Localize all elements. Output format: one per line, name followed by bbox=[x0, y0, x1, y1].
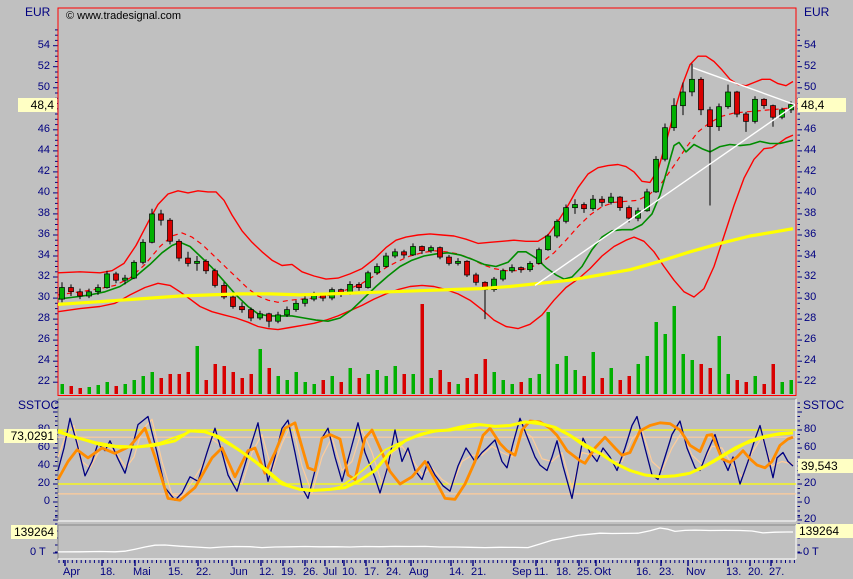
price-tick-label: 24 bbox=[804, 354, 816, 367]
sstoc-tick-label: 40 bbox=[28, 459, 50, 472]
sstoc-tick-label: 0 bbox=[28, 495, 50, 508]
price-tick-label: 34 bbox=[28, 249, 50, 262]
price-tick-label: 32 bbox=[28, 270, 50, 283]
time-axis-label: 22. bbox=[196, 566, 211, 578]
price-tick-label: 28 bbox=[28, 312, 50, 325]
time-axis-label: 16. bbox=[636, 566, 651, 578]
price-tick-label: 22 bbox=[804, 375, 816, 388]
time-axis-label: 20. bbox=[748, 566, 763, 578]
price-tick-label: 40 bbox=[28, 186, 50, 199]
price-tick-label: 52 bbox=[28, 60, 50, 73]
price-tick-label: 50 bbox=[28, 81, 50, 94]
stochastic-layer bbox=[58, 417, 796, 501]
currency-label-right: EUR bbox=[804, 6, 829, 19]
chart-canvas[interactable] bbox=[0, 0, 853, 579]
price-tick-label: 46 bbox=[28, 123, 50, 136]
volume-bars-layer bbox=[61, 304, 794, 394]
sstoc-tick-label: 0 bbox=[804, 495, 810, 508]
price-tick-label: 38 bbox=[804, 207, 816, 220]
price-tick-label: 24 bbox=[28, 354, 50, 367]
last-price-box-left: 48,4 bbox=[18, 98, 57, 112]
volume-value-box-left: 139264 bbox=[11, 525, 57, 539]
price-tick-label: 26 bbox=[804, 333, 816, 346]
price-tick-label: 54 bbox=[28, 39, 50, 52]
time-axis-label: 12. bbox=[259, 566, 274, 578]
price-tick-label: 36 bbox=[28, 228, 50, 241]
time-axis-label: 18. bbox=[556, 566, 571, 578]
volume-value-box-right: 139264 bbox=[796, 524, 853, 538]
time-axis-label: 24. bbox=[386, 566, 401, 578]
price-tick-label: 44 bbox=[804, 144, 816, 157]
sstoc-tick-label: 20 bbox=[804, 477, 816, 490]
time-axis-label: 19. bbox=[281, 566, 296, 578]
time-axis-label: 15. bbox=[168, 566, 183, 578]
price-tick-label: 36 bbox=[804, 228, 816, 241]
copyright-text: © www.tradesignal.com bbox=[66, 10, 181, 23]
time-axis-label: 25. bbox=[577, 566, 592, 578]
last-price-box-right: 48,4 bbox=[798, 98, 846, 112]
sstoc-tick-label: 80 bbox=[804, 423, 816, 436]
time-axis-label: 11. bbox=[534, 566, 548, 578]
time-axis-label: Aug bbox=[409, 566, 429, 578]
time-axis-label: Jul bbox=[323, 566, 337, 578]
price-tick-label: 32 bbox=[804, 270, 816, 283]
time-axis-label: 18. bbox=[100, 566, 115, 578]
price-tick-label: 30 bbox=[28, 291, 50, 304]
time-axis-label: Jun bbox=[230, 566, 248, 578]
sstoc-value-box-left: 73,0291 bbox=[4, 429, 57, 443]
candles-layer bbox=[60, 64, 794, 328]
tradesignal-chart-window: EUR EUR © www.tradesignal.com SSTOC SSTO… bbox=[0, 0, 853, 579]
volume-zero-label-right: 0 T bbox=[803, 546, 819, 559]
price-tick-label: 52 bbox=[804, 60, 816, 73]
time-axis-label: 10. bbox=[342, 566, 357, 578]
price-tick-label: 28 bbox=[804, 312, 816, 325]
time-axis-label: Mai bbox=[133, 566, 151, 578]
price-tick-label: 34 bbox=[804, 249, 816, 262]
currency-label-left: EUR bbox=[25, 6, 50, 19]
price-tick-label: 44 bbox=[28, 144, 50, 157]
price-tick-label: 30 bbox=[804, 291, 816, 304]
time-axis-label: 21. bbox=[471, 566, 486, 578]
volume-line-layer bbox=[58, 528, 793, 552]
time-axis-label: 14. bbox=[449, 566, 464, 578]
sstoc-title-right: SSTOC bbox=[803, 399, 844, 412]
price-tick-label: 54 bbox=[804, 39, 816, 52]
sstoc-tick-label: 60 bbox=[804, 441, 816, 454]
price-tick-label: 46 bbox=[804, 123, 816, 136]
price-tick-label: 50 bbox=[804, 81, 816, 94]
price-tick-label: 42 bbox=[804, 165, 816, 178]
sstoc-title-left: SSTOC bbox=[18, 399, 59, 412]
panel-borders bbox=[58, 8, 796, 559]
price-tick-label: 22 bbox=[28, 375, 50, 388]
price-tick-label: 40 bbox=[804, 186, 816, 199]
time-axis-label: 27. bbox=[769, 566, 784, 578]
time-axis-label: 17. bbox=[364, 566, 379, 578]
time-axis-label: 23. bbox=[659, 566, 674, 578]
time-axis-label: 26. bbox=[303, 566, 318, 578]
sstoc-value-box-right: 39,543 bbox=[798, 459, 853, 473]
price-tick-label: 42 bbox=[28, 165, 50, 178]
time-axis-label: Nov bbox=[686, 566, 706, 578]
time-axis-label: 13. bbox=[726, 566, 741, 578]
sstoc-tick-label: 20 bbox=[28, 477, 50, 490]
time-axis-label: Okt bbox=[594, 566, 611, 578]
volume-zero-label-left: 0 T bbox=[30, 546, 46, 559]
price-tick-label: 26 bbox=[28, 333, 50, 346]
time-axis-label: Sep bbox=[512, 566, 532, 578]
time-axis-label: Apr bbox=[63, 566, 80, 578]
price-tick-label: 38 bbox=[28, 207, 50, 220]
